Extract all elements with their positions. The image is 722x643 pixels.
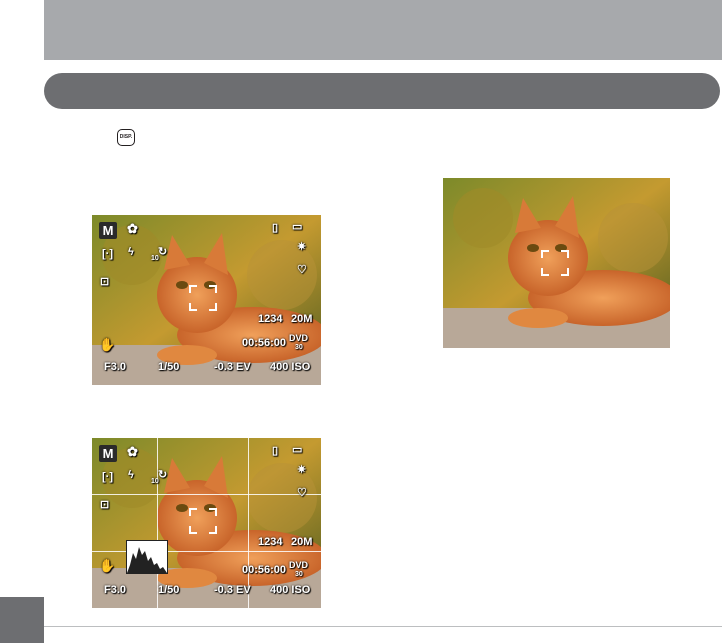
shots-remaining: 1234 bbox=[258, 313, 283, 325]
focus-frame bbox=[189, 285, 217, 311]
grid-line bbox=[157, 438, 158, 608]
exposure-compensation: -0.3 EV bbox=[214, 361, 251, 373]
self-timer-icon: ↻ bbox=[158, 246, 168, 258]
vibrance-icon: ♡ bbox=[297, 264, 307, 276]
shots-remaining: 1234 bbox=[258, 536, 283, 548]
focus-mode-icon: [·] bbox=[102, 248, 113, 260]
header-bar bbox=[44, 0, 722, 60]
shutter-speed: 1/50 bbox=[158, 361, 180, 373]
vibrance-icon: ♡ bbox=[297, 487, 307, 499]
megapixels: 20M bbox=[291, 313, 313, 325]
page-number-tab bbox=[0, 597, 44, 643]
macro-flower-icon: ✿ bbox=[127, 221, 138, 236]
white-balance-icon: ✷ bbox=[297, 241, 307, 253]
video-fps: 30 bbox=[295, 344, 303, 351]
disp-button-icon: DISP. bbox=[117, 129, 135, 146]
mode-badge: M bbox=[99, 445, 117, 462]
metering-icon: ⊡ bbox=[100, 499, 110, 511]
battery-icon: ▭ bbox=[292, 444, 303, 456]
record-time: 00:56:00 bbox=[242, 564, 287, 576]
exposure-compensation: -0.3 EV bbox=[214, 584, 251, 596]
mode-badge: M bbox=[99, 222, 117, 239]
grid-line bbox=[92, 494, 321, 495]
video-format: DVD bbox=[289, 333, 309, 343]
video-fps: 30 bbox=[295, 571, 303, 578]
megapixels: 20M bbox=[291, 536, 313, 548]
osd-screen-full: M ✿ [·] ϟ 10 ↻ ⊡ ✋ ▯ ▭ ✷ ♡ 1234 20M 00:5… bbox=[92, 215, 321, 385]
focus-frame bbox=[189, 508, 217, 534]
histogram-graph bbox=[127, 547, 167, 573]
macro-flower-icon: ✿ bbox=[127, 444, 138, 459]
footer-divider bbox=[44, 626, 722, 627]
osd-screen-grid: M ✿ [·] ϟ 10 ↻ ⊡ ✋ ▯ ▭ ✷ ♡ 1234 20M 00:5… bbox=[92, 438, 321, 608]
section-title-bar bbox=[44, 73, 720, 109]
metering-icon: ⊡ bbox=[100, 276, 110, 288]
video-format: DVD bbox=[289, 560, 309, 570]
flash-slow-sync-icon: ϟ bbox=[128, 246, 134, 258]
stabilizer-icon: ✋ bbox=[99, 337, 116, 352]
white-balance-icon: ✷ bbox=[297, 464, 307, 476]
flash-slow-sync-icon: ϟ bbox=[128, 469, 134, 481]
aperture: F3.0 bbox=[104, 584, 127, 596]
self-timer-icon: ↻ bbox=[158, 469, 168, 481]
iso: 400 ISO bbox=[270, 361, 311, 373]
osd-screen-off bbox=[443, 178, 670, 348]
iso: 400 ISO bbox=[270, 584, 311, 596]
memory-card-icon: ▯ bbox=[272, 222, 279, 234]
battery-icon: ▭ bbox=[292, 221, 303, 233]
stabilizer-icon: ✋ bbox=[99, 558, 116, 573]
memory-card-icon: ▯ bbox=[272, 445, 279, 457]
grid-line bbox=[248, 438, 249, 608]
shutter-speed: 1/50 bbox=[158, 584, 180, 596]
histogram bbox=[126, 540, 168, 574]
record-time: 00:56:00 bbox=[242, 337, 287, 349]
focus-frame bbox=[541, 250, 569, 276]
focus-mode-icon: [·] bbox=[102, 471, 113, 483]
aperture: F3.0 bbox=[104, 361, 127, 373]
